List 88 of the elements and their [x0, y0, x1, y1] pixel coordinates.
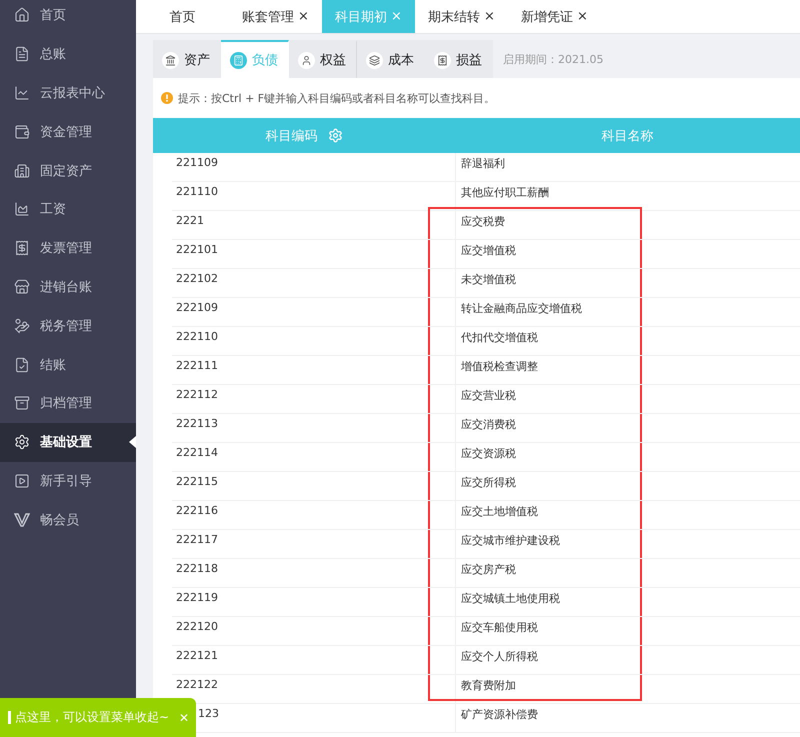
category-tab[interactable]: 成本	[357, 40, 425, 78]
sidebar-item[interactable]: 工资	[0, 190, 136, 229]
sidebar-item[interactable]: 新手引导	[0, 462, 136, 500]
account-name: 应交营业税	[461, 389, 516, 402]
hint-text: 提示：按Ctrl + F键并输入科目编码或者科目名称可以查找科目。	[178, 90, 496, 106]
account-name: 应交城镇土地使用税	[461, 592, 560, 605]
v-icon	[14, 512, 30, 528]
coins-icon	[14, 318, 30, 334]
account-name: 应交资源税	[461, 447, 516, 460]
line-chart-icon	[14, 84, 30, 101]
account-name: 矿产资源补偿费	[461, 708, 538, 721]
account-code: 222120	[176, 620, 218, 633]
document-icon	[14, 46, 30, 62]
sidebar-item[interactable]: 进销台账	[0, 268, 136, 306]
building-icon	[14, 162, 30, 179]
account-code: 222122	[176, 678, 218, 691]
sidebar-item[interactable]: 资金管理	[0, 112, 136, 152]
close-icon[interactable]: ×	[577, 9, 588, 24]
account-code: 222102	[176, 272, 218, 285]
sidebar-item[interactable]: 结账	[0, 345, 136, 384]
account-code: 221110	[176, 185, 218, 198]
account-name: 辞退福利	[461, 157, 505, 170]
close-icon[interactable]: ×	[484, 9, 495, 24]
account-name: 应交税费	[461, 215, 505, 228]
account-name: 代扣代交增值税	[461, 331, 538, 344]
column-header: 科目名称	[602, 128, 654, 144]
column-header: 科目编码	[266, 128, 318, 144]
account-code: 222121	[176, 649, 218, 662]
play-icon	[14, 472, 30, 489]
account-code: 222109	[176, 301, 218, 314]
account-name: 应交土地增值税	[461, 505, 538, 518]
sidebar-item[interactable]: 发票管理	[0, 228, 136, 268]
account-code: 2221	[176, 214, 204, 227]
sidebar-item[interactable]: 税务管理	[0, 306, 136, 346]
account-code: 222114	[176, 446, 218, 459]
account-code: 222116	[176, 504, 218, 517]
sidebar-item[interactable]: 首页	[0, 0, 136, 35]
account-code: 222117	[176, 533, 218, 546]
account-name: 应交城市维护建设税	[461, 534, 560, 547]
bank-icon	[162, 52, 179, 68]
bar-icon	[8, 711, 11, 724]
account-name: 增值税检查调整	[461, 360, 538, 373]
account-name: 应交增值税	[461, 244, 516, 257]
warning-icon	[161, 92, 173, 104]
account-name: 应交房产税	[461, 563, 516, 576]
account-name: 教育费附加	[461, 679, 516, 692]
category-tab[interactable]: 损益	[425, 40, 493, 78]
account-name: 未交增值税	[461, 273, 516, 286]
account-code: 123	[198, 707, 219, 720]
account-code: 222112	[176, 388, 218, 401]
account-name: 应交个人所得税	[461, 650, 538, 663]
close-icon[interactable]: ×	[298, 9, 309, 24]
account-code: 222113	[176, 417, 218, 430]
sidebar-item[interactable]: 总账	[0, 34, 136, 74]
sidebar-item[interactable]: 基础设置	[0, 422, 136, 462]
account-code: 221109	[176, 156, 218, 169]
calculator-icon	[230, 52, 247, 68]
wallet-icon	[14, 124, 30, 140]
category-tab[interactable]: 资产	[153, 40, 221, 78]
layers-icon	[366, 52, 383, 68]
house-icon	[14, 7, 30, 24]
settings-icon[interactable]	[328, 128, 342, 143]
account-name: 应交消费税	[461, 418, 516, 431]
account-name: 应交所得税	[461, 476, 516, 489]
archive-icon	[14, 395, 30, 412]
account-code: 222110	[176, 330, 218, 343]
account-name: 应交车船使用税	[461, 621, 538, 634]
user-icon	[298, 52, 315, 68]
file-check-icon	[14, 356, 30, 373]
receipt-icon	[434, 52, 451, 68]
store-icon	[14, 278, 30, 295]
area-chart-icon	[14, 201, 30, 218]
account-code: 222115	[176, 475, 218, 488]
category-tab[interactable]: 权益	[289, 40, 357, 78]
receipt-icon	[14, 240, 30, 256]
start-period: 启用期间：2021.05	[503, 52, 604, 66]
account-code: 222111	[176, 359, 218, 372]
settings-icon	[14, 434, 30, 450]
sidebar-item[interactable]: 固定资产	[0, 151, 136, 190]
sidebar-item[interactable]: 云报表中心	[0, 74, 136, 112]
sidebar-item[interactable]: 畅会员	[0, 500, 136, 540]
active-pointer-icon	[129, 436, 136, 448]
account-code: 222101	[176, 243, 218, 256]
account-code: 222119	[176, 591, 218, 604]
account-name: 其他应付职工薪酬	[461, 186, 549, 199]
account-code: 222118	[176, 562, 218, 575]
sidebar-item[interactable]: 归档管理	[0, 384, 136, 423]
account-name: 转让金融商品应交增值税	[461, 302, 582, 315]
